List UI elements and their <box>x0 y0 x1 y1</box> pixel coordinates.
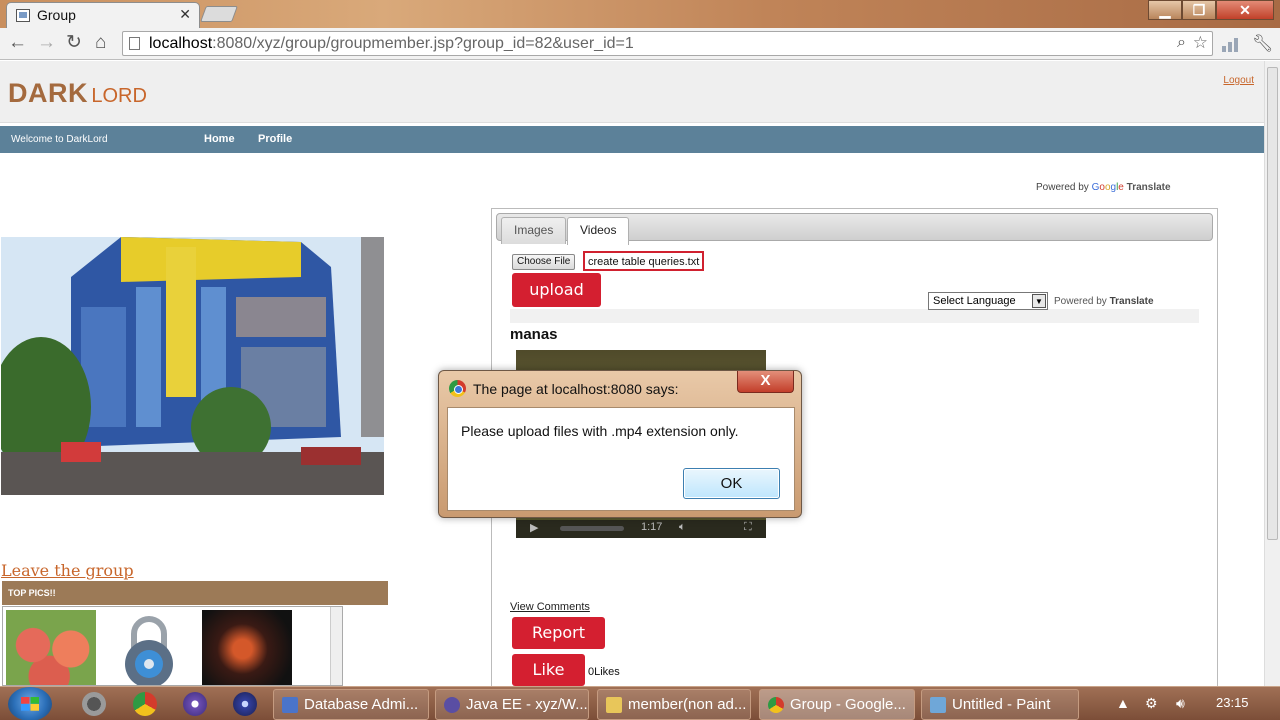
video-time: 1:17 <box>641 521 663 533</box>
padlock-thumbnail[interactable] <box>104 610 194 685</box>
nav-home-link[interactable]: Home <box>204 133 235 145</box>
signal-bars-icon[interactable] <box>1222 36 1238 52</box>
page-scrollbar[interactable] <box>1264 61 1280 686</box>
main-navbar: Welcome to DarkLord Home Profile <box>0 126 1264 153</box>
eclipse-alt-pinned-icon[interactable] <box>233 692 257 716</box>
apples-thumbnail[interactable] <box>6 610 96 685</box>
browser-titlebar: Group ✕ ▁ ❐ ✕ <box>0 0 1280 28</box>
chrome-pinned-icon[interactable] <box>133 692 157 716</box>
tab-images[interactable]: Images <box>501 217 567 244</box>
select-language-dropdown[interactable]: Select Language ▼ <box>928 292 1048 310</box>
translate-powered-by: Powered by Translate <box>1054 296 1154 307</box>
dropdown-arrow-icon: ▼ <box>1032 294 1046 308</box>
paint-icon <box>930 697 946 713</box>
tab-close-icon[interactable]: ✕ <box>179 6 191 23</box>
seek-bar[interactable] <box>560 526 624 531</box>
folder-icon <box>606 697 622 713</box>
site-header: DARK LORD Logout <box>0 61 1264 123</box>
view-comments-link[interactable]: View Comments <box>510 601 590 613</box>
choose-file-button[interactable]: Choose File <box>512 254 576 270</box>
chrome-icon <box>768 697 784 713</box>
back-arrow-icon[interactable]: ← <box>8 32 27 54</box>
dialog-close-button[interactable]: X <box>737 371 794 393</box>
dialog-body: Please upload files with .mp4 extension … <box>447 407 795 511</box>
browser-toolbar: ← → ↻ ⌂ localhost:8080/xyz/group/groupme… <box>0 28 1280 60</box>
site-logo: DARK LORD <box>8 78 147 108</box>
gear-icon <box>444 697 460 713</box>
start-button[interactable] <box>8 687 52 720</box>
wrench-icon[interactable]: 🔧︎ <box>1252 34 1274 54</box>
search-icon[interactable]: ⌕ <box>1177 34 1186 52</box>
tab-videos[interactable]: Videos <box>567 217 630 245</box>
window-controls: ▁ ❐ ✕ <box>1148 0 1274 20</box>
upload-button[interactable]: upload <box>512 273 601 307</box>
taskbar-clock[interactable]: 23:15 <box>1216 695 1249 710</box>
report-button[interactable]: Report <box>512 617 605 649</box>
settings-gear-icon[interactable]: ⚙︎ <box>1145 695 1158 712</box>
nav-profile-link[interactable]: Profile <box>258 133 292 145</box>
member-name: manas <box>510 326 558 343</box>
tab-title: Group <box>37 7 76 23</box>
dialog-title: The page at localhost:8080 says: <box>473 381 679 397</box>
reload-icon[interactable]: ↻ <box>66 32 82 54</box>
eclipse-pinned-icon[interactable] <box>183 692 207 716</box>
url-text: localhost:8080/xyz/group/groupmember.jsp… <box>149 35 634 52</box>
new-tab-button[interactable] <box>200 6 238 22</box>
browser-tab[interactable]: Group ✕ <box>6 2 200 28</box>
task-database-admin[interactable]: Database Admi... <box>273 689 429 720</box>
volume-icon[interactable]: 🔊︎ <box>1176 695 1185 712</box>
video-controls: ▶ 1:17 🔈︎ ⛶ <box>516 520 766 538</box>
show-hidden-icons-icon[interactable]: ▲ <box>1116 695 1130 711</box>
bookmark-star-icon[interactable]: ☆ <box>1193 33 1208 53</box>
restore-button[interactable]: ❐ <box>1182 0 1216 20</box>
gallery-scrollbar[interactable] <box>330 607 342 685</box>
task-group-chrome[interactable]: Group - Google... <box>759 689 915 720</box>
google-translate-attribution: Powered by Google Translate <box>1036 182 1171 193</box>
task-paint[interactable]: Untitled - Paint <box>921 689 1079 720</box>
pinned-app-icon[interactable] <box>82 692 106 716</box>
dialog-message: Please upload files with .mp4 extension … <box>461 423 739 439</box>
selected-file-name: create table queries.txt <box>583 251 705 271</box>
window-close-button[interactable]: ✕ <box>1216 0 1274 20</box>
play-icon[interactable]: ▶ <box>530 521 538 534</box>
likes-count: 0Likes <box>588 666 620 678</box>
media-tabs: Images Videos <box>496 213 1213 245</box>
top-pics-gallery[interactable] <box>2 606 343 686</box>
database-icon <box>282 697 298 713</box>
ok-button[interactable]: OK <box>683 468 780 499</box>
fullscreen-icon[interactable]: ⛶ <box>744 521 752 534</box>
minimize-button[interactable]: ▁ <box>1148 0 1182 20</box>
volume-icon[interactable]: 🔈︎ <box>679 521 686 534</box>
task-member-folder[interactable]: member(non ad... <box>597 689 751 720</box>
windows-taskbar: Database Admi... Java EE - xyz/W... memb… <box>0 686 1280 720</box>
scrollbar-thumb[interactable] <box>1267 67 1278 540</box>
forward-arrow-icon[interactable]: → <box>37 32 56 54</box>
address-bar[interactable]: localhost:8080/xyz/group/groupmember.jsp… <box>122 31 1213 56</box>
chrome-icon <box>449 380 466 397</box>
alert-dialog: The page at localhost:8080 says: X Pleas… <box>438 370 802 518</box>
translate-bar <box>510 309 1199 323</box>
page-favicon-icon <box>16 9 30 22</box>
dark-knight-thumbnail[interactable] <box>202 610 292 685</box>
welcome-text: Welcome to DarkLord <box>11 134 108 145</box>
like-button[interactable]: Like <box>512 654 585 686</box>
top-pics-header: TOP PICS!! <box>2 581 388 605</box>
home-icon[interactable]: ⌂ <box>95 32 106 54</box>
logout-link[interactable]: Logout <box>1223 75 1254 86</box>
leave-group-link[interactable]: Leave the group <box>1 561 134 580</box>
padlock-icon <box>125 616 173 685</box>
group-photo <box>1 237 384 495</box>
task-java-ee[interactable]: Java EE - xyz/W... <box>435 689 589 720</box>
page-icon <box>129 37 140 50</box>
